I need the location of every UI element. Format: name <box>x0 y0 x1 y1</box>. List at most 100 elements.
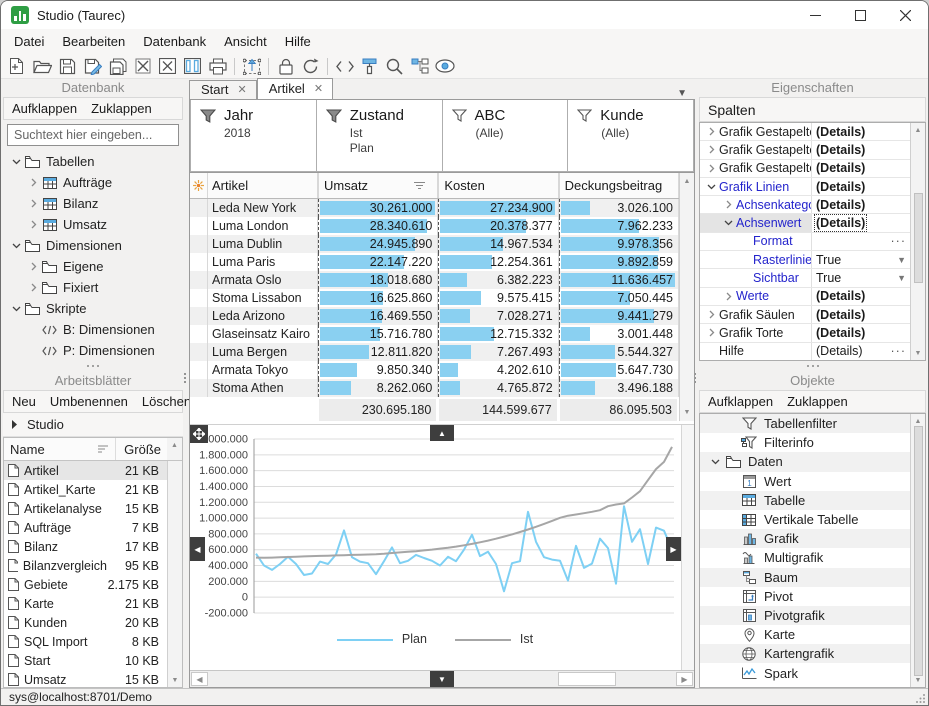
chevron-right-icon[interactable] <box>704 328 719 337</box>
resize-grip-icon[interactable] <box>916 693 926 703</box>
format-painter-icon[interactable] <box>357 55 382 77</box>
property-row-sichtbar[interactable]: SichtbarTrue▼ <box>700 269 910 287</box>
worksheet-row-artikel-karte[interactable]: Artikel_Karte21 KB <box>4 480 167 499</box>
object-item-vertikale-tabelle[interactable]: Vertikale Tabelle <box>700 510 910 529</box>
chevron-right-icon[interactable] <box>26 178 41 187</box>
object-item-pivotgrafik[interactable]: Pivotgrafik <box>700 606 910 625</box>
expand-all-button[interactable]: Aufklappen <box>708 394 773 409</box>
close-button[interactable] <box>883 1 928 29</box>
code-icon[interactable] <box>332 55 357 77</box>
filter-jahr[interactable]: Jahr2018 <box>190 100 317 172</box>
save-all-icon[interactable] <box>105 55 130 77</box>
object-item-filterinfo[interactable]: Filterinfo <box>700 433 910 452</box>
horizontal-splitter[interactable] <box>699 361 926 370</box>
worksheet-row-aufträge[interactable]: Aufträge7 KB <box>4 518 167 537</box>
scroll-down-icon[interactable]: ▼ <box>684 409 691 416</box>
menu-ansicht[interactable]: Ansicht <box>215 30 276 53</box>
scroll-down-icon[interactable]: ▼ <box>172 677 179 684</box>
property-row-grafik-gestapelte-bereiche[interactable]: Grafik Gestapelte Bereiche(Details) <box>700 141 910 159</box>
print-icon[interactable] <box>205 55 230 77</box>
filter-zustand[interactable]: ZustandIstPlan <box>316 100 443 172</box>
scroll-thumb[interactable] <box>914 426 923 676</box>
chevron-right-icon[interactable] <box>26 199 41 208</box>
tree-item-b-dimensionen[interactable]: B: Dimensionen <box>3 319 183 340</box>
vertical-splitter-left[interactable] <box>182 373 188 383</box>
hierarchy-icon[interactable] <box>407 55 432 77</box>
property-value[interactable]: (Details) <box>811 123 910 140</box>
property-row-grafik-säulen[interactable]: Grafik Säulen(Details) <box>700 306 910 324</box>
dropdown-icon[interactable]: ▼ <box>897 273 906 283</box>
table-row[interactable]: Armata Oslo18.018.6806.382.22311.636.457 <box>190 271 679 289</box>
delete-x-icon[interactable] <box>130 55 155 77</box>
column-header-kosten[interactable]: Kosten <box>438 173 558 198</box>
tab-list-dropdown-icon[interactable]: ▼ <box>669 88 695 99</box>
worksheet-row-kunden[interactable]: Kunden20 KB <box>4 613 167 632</box>
worksheet-row-sql-import[interactable]: SQL Import8 KB <box>4 632 167 651</box>
column-header-umsatz[interactable]: Umsatz <box>318 173 438 198</box>
lock-icon[interactable] <box>273 55 298 77</box>
refresh-icon[interactable] <box>298 55 323 77</box>
property-value[interactable]: (Details) <box>811 178 910 195</box>
new-document-icon[interactable] <box>5 55 30 77</box>
property-row-format[interactable]: Format··· <box>700 233 910 251</box>
search-icon[interactable] <box>382 55 407 77</box>
dropdown-icon[interactable]: ▼ <box>897 255 906 265</box>
tab-artikel[interactable]: Artikel✕ <box>257 78 333 99</box>
scroll-thumb[interactable] <box>914 193 923 283</box>
property-row-hilfe[interactable]: Hilfe(Details)··· <box>700 343 910 360</box>
table-row[interactable]: Stoma Athen8.262.0604.765.8723.496.188 <box>190 379 679 397</box>
object-item-spark[interactable]: Spark <box>700 663 910 682</box>
scroll-up-icon[interactable]: ▲ <box>171 442 178 449</box>
export-up-icon[interactable] <box>239 55 264 77</box>
scroll-right-icon[interactable]: ▶ <box>676 672 693 686</box>
search-input[interactable] <box>7 124 179 146</box>
column-header-artikel[interactable]: Artikel <box>208 173 318 198</box>
worksheet-row-karte[interactable]: Karte21 KB <box>4 594 167 613</box>
eye-icon[interactable] <box>432 55 457 77</box>
worksheet-row-bilanz[interactable]: Bilanz17 KB <box>4 537 167 556</box>
chevron-right-icon[interactable] <box>26 220 41 229</box>
scroll-up-icon[interactable]: ▲ <box>915 418 922 425</box>
scroll-right-badge[interactable]: ▶ <box>666 537 681 561</box>
scroll-down-badge[interactable]: ▼ <box>430 671 454 687</box>
property-row-achsenwert[interactable]: Achsenwert(Details) <box>700 214 910 232</box>
object-item-tabellenfilter[interactable]: Tabellenfilter <box>700 414 910 433</box>
delete-frame-icon[interactable] <box>155 55 180 77</box>
chevron-right-icon[interactable] <box>721 292 736 301</box>
worksheet-row-artikelanalyse[interactable]: Artikelanalyse15 KB <box>4 499 167 518</box>
save-icon[interactable] <box>55 55 80 77</box>
property-value[interactable]: (Details) <box>811 160 910 177</box>
chevron-right-icon[interactable] <box>721 200 736 209</box>
object-item-daten[interactable]: Daten <box>700 452 910 471</box>
worksheet-row-bilanzvergleich[interactable]: Bilanzvergleich95 KB <box>4 556 167 575</box>
table-row[interactable]: Luma London28.340.61020.378.3777.962.233 <box>190 217 679 235</box>
scroll-up-badge[interactable]: ▲ <box>430 425 454 441</box>
object-item-karte[interactable]: Karte <box>700 625 910 644</box>
chevron-down-icon[interactable] <box>9 306 24 312</box>
ellipsis-button[interactable]: ··· <box>891 234 907 248</box>
tree-item-aufträge[interactable]: Aufträge <box>3 172 183 193</box>
worksheet-delete-button[interactable]: Löschen <box>142 394 191 409</box>
tree-item-fixiert[interactable]: Fixiert <box>3 277 183 298</box>
collapse-all-button[interactable]: Zuklappen <box>787 394 848 409</box>
menu-datei[interactable]: Datei <box>5 30 53 53</box>
property-value[interactable]: (Details) <box>811 306 910 323</box>
worksheet-new-button[interactable]: Neu <box>12 394 36 409</box>
scroll-down-icon[interactable]: ▼ <box>915 677 922 684</box>
chevron-down-icon[interactable] <box>9 159 24 165</box>
table-row[interactable]: Leda Arizono16.469.5507.028.2719.441.279 <box>190 307 679 325</box>
chevron-right-icon[interactable] <box>704 127 719 136</box>
tree-item-p-dimensionen[interactable]: P: Dimensionen <box>3 340 183 361</box>
worksheet-col-size[interactable]: Größe <box>115 438 167 460</box>
maximize-button[interactable] <box>838 1 883 29</box>
property-value[interactable]: (Details) <box>811 324 910 341</box>
chart-horizontal-scrollbar[interactable]: ◀ ▶ ▼ <box>190 670 694 687</box>
table-row[interactable]: Luma Dublin24.945.89014.967.5349.978.356 <box>190 235 679 253</box>
chevron-right-icon[interactable] <box>26 262 41 271</box>
object-item-kartengrafik[interactable]: Kartengrafik <box>700 644 910 663</box>
worksheet-row-gebiete[interactable]: Gebiete2.175 KB <box>4 575 167 594</box>
ellipsis-button[interactable]: ··· <box>891 344 907 358</box>
tree-item-dimensionen[interactable]: Dimensionen <box>3 235 183 256</box>
worksheet-group-studio[interactable]: Studio <box>3 413 183 437</box>
chevron-right-icon[interactable] <box>704 164 719 173</box>
